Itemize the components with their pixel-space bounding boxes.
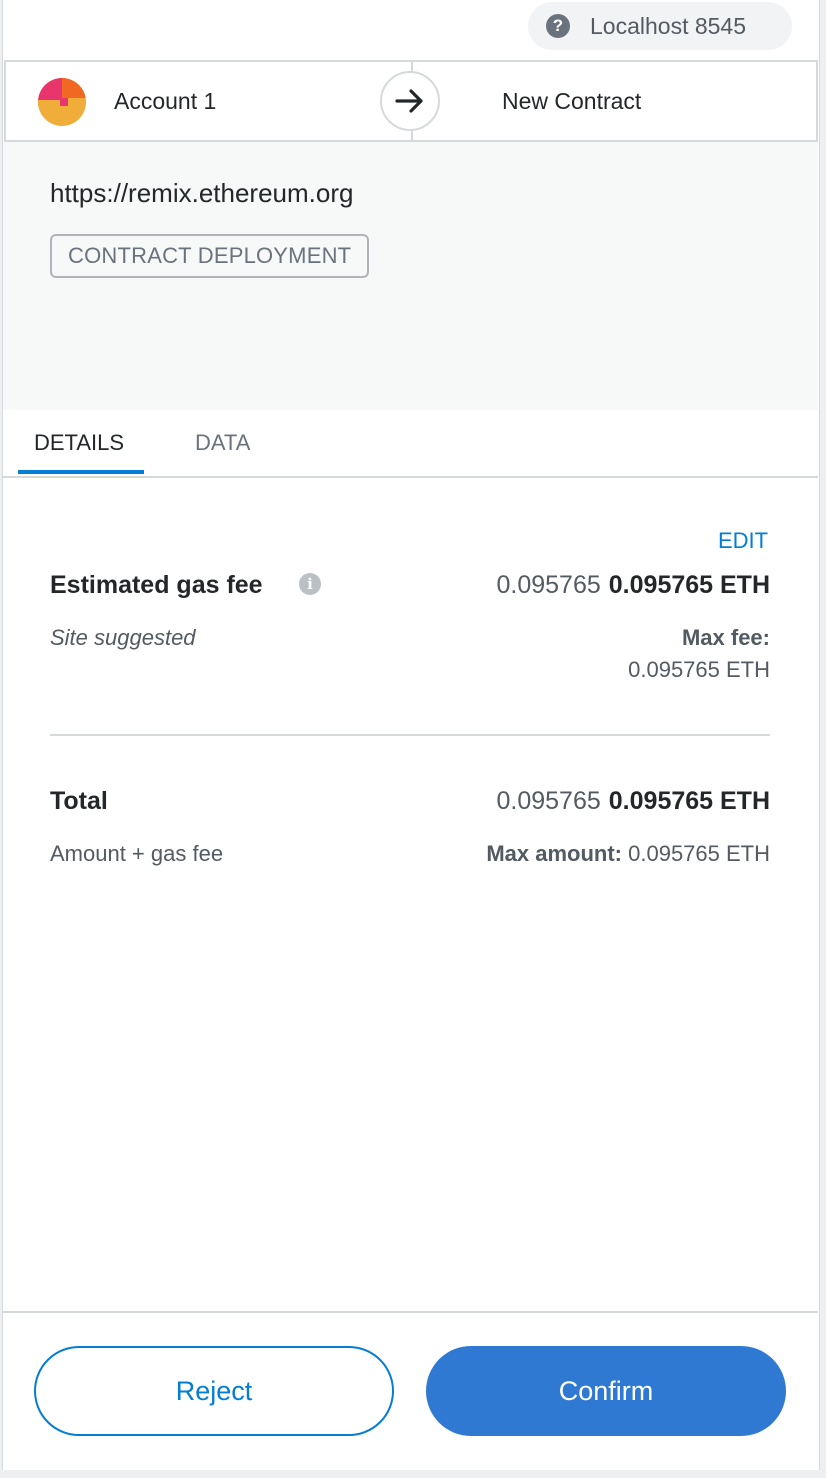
gas-fee-secondary: 0.095765 (496, 571, 601, 599)
gas-fee-primary: 0.095765 ETH (608, 571, 770, 599)
footer-divider (3, 1311, 818, 1313)
jazzicon-avatar (38, 78, 86, 126)
arrow-right-icon (380, 71, 440, 131)
total-primary: 0.095765 ETH (608, 787, 770, 815)
network-indicator[interactable]: ? Localhost 8545 (528, 2, 792, 50)
gas-fee-value: 0.095765 0.095765 ETH (497, 571, 771, 600)
recipient-name: New Contract (502, 88, 642, 114)
max-fee-label: Max fee: (681, 625, 770, 650)
info-icon[interactable]: i (299, 573, 321, 595)
total-secondary: 0.095765 (496, 787, 601, 815)
question-circle-icon: ? (546, 14, 570, 38)
gas-fee-label: Estimated gas fee (50, 571, 263, 599)
max-amount-label: Max amount: (486, 841, 622, 866)
sender-name[interactable]: Account 1 (114, 88, 216, 115)
total-sub-label: Amount + gas fee (50, 841, 224, 866)
tab-details[interactable]: DETAILS (34, 430, 124, 456)
tab-bar: DETAILS DATA (3, 410, 818, 478)
active-tab-indicator (18, 470, 144, 474)
sender-recipient-bar: Account 1 New Contract (4, 60, 818, 142)
total-label: Total (50, 787, 108, 815)
origin-section: https://remix.ethereum.org CONTRACT DEPL… (3, 142, 818, 410)
section-divider (50, 734, 770, 736)
max-fee-value: 0.095765 ETH (628, 657, 770, 682)
max-amount-value: 0.095765 ETH (628, 841, 770, 866)
transaction-type-badge: CONTRACT DEPLOYMENT (50, 234, 370, 278)
network-label: Localhost 8545 (590, 12, 747, 39)
confirm-button[interactable]: Confirm (426, 1346, 786, 1436)
tab-data[interactable]: DATA (195, 430, 250, 456)
origin-url: https://remix.ethereum.org (50, 178, 354, 208)
max-amount: Max amount: 0.095765 ETH (486, 841, 770, 867)
reject-button[interactable]: Reject (34, 1346, 394, 1436)
gas-fee-source: Site suggested (50, 625, 196, 650)
edit-gas-button[interactable]: EDIT (718, 528, 768, 554)
total-value: 0.095765 0.095765 ETH (497, 787, 771, 816)
